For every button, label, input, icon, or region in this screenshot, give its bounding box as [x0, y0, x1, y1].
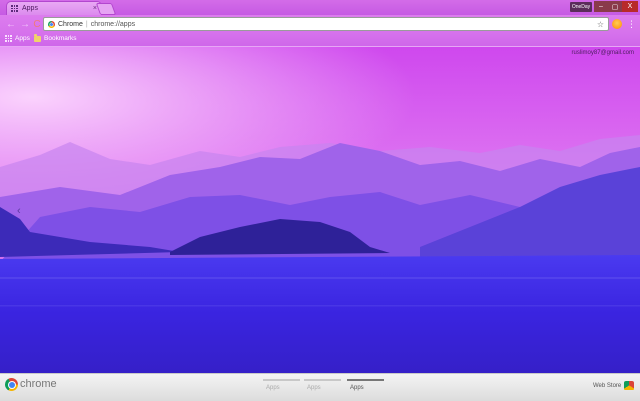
back-button[interactable]: ← [4, 17, 18, 31]
bookmark-folder[interactable]: Bookmarks [34, 34, 77, 42]
omnibox-separator: | [85, 20, 88, 28]
minimize-button[interactable]: – [594, 1, 608, 12]
close-window-button[interactable]: X [622, 1, 638, 12]
chrome-icon [48, 20, 55, 28]
page-tab-apps-2[interactable]: Apps [304, 379, 341, 393]
wallpaper-landscape [0, 47, 640, 373]
page-tab-indicator [304, 379, 341, 381]
maximize-button[interactable]: ▢ [608, 1, 622, 12]
page-tab-label: Apps [307, 385, 321, 391]
omnibox[interactable]: Chrome | chrome://apps ☆ [43, 17, 609, 31]
chrome-logo-icon [5, 378, 18, 391]
extension-icon[interactable] [612, 19, 622, 29]
web-store-icon[interactable] [624, 381, 634, 390]
bookmark-label: Apps [15, 35, 30, 42]
page-tab-label: Apps [266, 385, 280, 391]
star-icon[interactable]: ☆ [597, 20, 604, 29]
brand-wordmark: chrome [20, 378, 57, 390]
folder-icon [34, 34, 41, 42]
page-tab-indicator [347, 379, 384, 381]
apps-grid-icon [5, 35, 12, 42]
bookmark-label: Bookmarks [44, 35, 77, 42]
page-tab-label: Apps [350, 385, 364, 391]
bookmark-apps[interactable]: Apps [5, 35, 30, 42]
menu-icon[interactable]: ⋮ [627, 17, 636, 31]
chevron-left-icon[interactable]: ‹ [17, 205, 21, 217]
bookmarks-bar [0, 33, 640, 47]
web-store-link[interactable]: Web Store [593, 383, 621, 389]
page-tab-apps-3[interactable]: Apps [347, 379, 384, 393]
apps-grid-icon [11, 5, 18, 12]
page-tab-indicator [263, 379, 300, 381]
tab-title: Apps [22, 5, 38, 12]
user-profile-button[interactable]: OneDay [570, 2, 592, 12]
omnibox-chip: Chrome [58, 20, 83, 28]
page-tab-apps-1[interactable]: Apps [263, 379, 300, 393]
omnibox-url[interactable]: chrome://apps [91, 21, 594, 28]
reload-button[interactable]: C [30, 17, 44, 31]
account-email[interactable]: ruslimoy87@gmail.com [572, 50, 634, 56]
tab-apps[interactable]: Apps × [6, 1, 102, 15]
